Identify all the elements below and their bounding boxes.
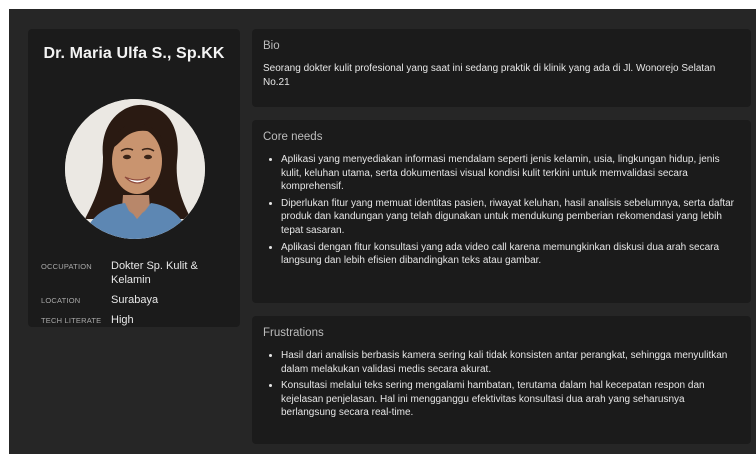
- profile-name: Dr. Maria Ulfa S., Sp.KK: [43, 45, 225, 62]
- list-item: Konsultasi melalui teks sering mengalami…: [281, 379, 739, 420]
- detail-row-location: LOCATION Surabaya: [41, 293, 232, 307]
- core-needs-list: Aplikasi yang menyediakan informasi mend…: [263, 153, 739, 268]
- list-item: Aplikasi yang menyediakan informasi mend…: [281, 153, 739, 194]
- detail-value: High: [111, 314, 134, 326]
- detail-row-occupation: OCCUPATION Dokter Sp. Kulit & Kelamin: [41, 259, 232, 287]
- list-item: Diperlukan fitur yang memuat identitas p…: [281, 197, 739, 238]
- detail-key: TECH LITERATE: [41, 316, 102, 325]
- list-item: Hasil dari analisis berbasis kamera seri…: [281, 349, 739, 376]
- detail-row-tech-literate: TECH LITERATE High: [41, 313, 232, 327]
- persona-board: Dr. Maria Ulfa S., Sp.KK OCCUPATION Dokt…: [9, 9, 756, 454]
- detail-value: Surabaya: [111, 294, 159, 306]
- avatar-photo: [65, 99, 205, 239]
- bio-text: Seorang dokter kulit profesional yang sa…: [263, 63, 716, 88]
- profile-details: OCCUPATION Dokter Sp. Kulit & Kelamin LO…: [41, 259, 232, 333]
- bio-title: Bio: [263, 40, 280, 52]
- detail-value: Dokter Sp. Kulit & Kelamin: [111, 260, 198, 286]
- core-needs-card: Core needs Aplikasi yang menyediakan inf…: [252, 120, 751, 303]
- list-item: Aplikasi dengan fitur konsultasi yang ad…: [281, 241, 739, 268]
- frustrations-title: Frustrations: [263, 327, 324, 339]
- profile-card: Dr. Maria Ulfa S., Sp.KK OCCUPATION Dokt…: [28, 29, 240, 327]
- detail-key: OCCUPATION: [41, 262, 92, 271]
- bio-card: Bio Seorang dokter kulit profesional yan…: [252, 29, 751, 107]
- avatar: [65, 99, 205, 239]
- frustrations-card: Frustrations Hasil dari analisis berbasi…: [252, 316, 751, 444]
- detail-key: LOCATION: [41, 296, 81, 305]
- core-needs-title: Core needs: [263, 131, 323, 143]
- frustrations-list: Hasil dari analisis berbasis kamera seri…: [263, 349, 739, 420]
